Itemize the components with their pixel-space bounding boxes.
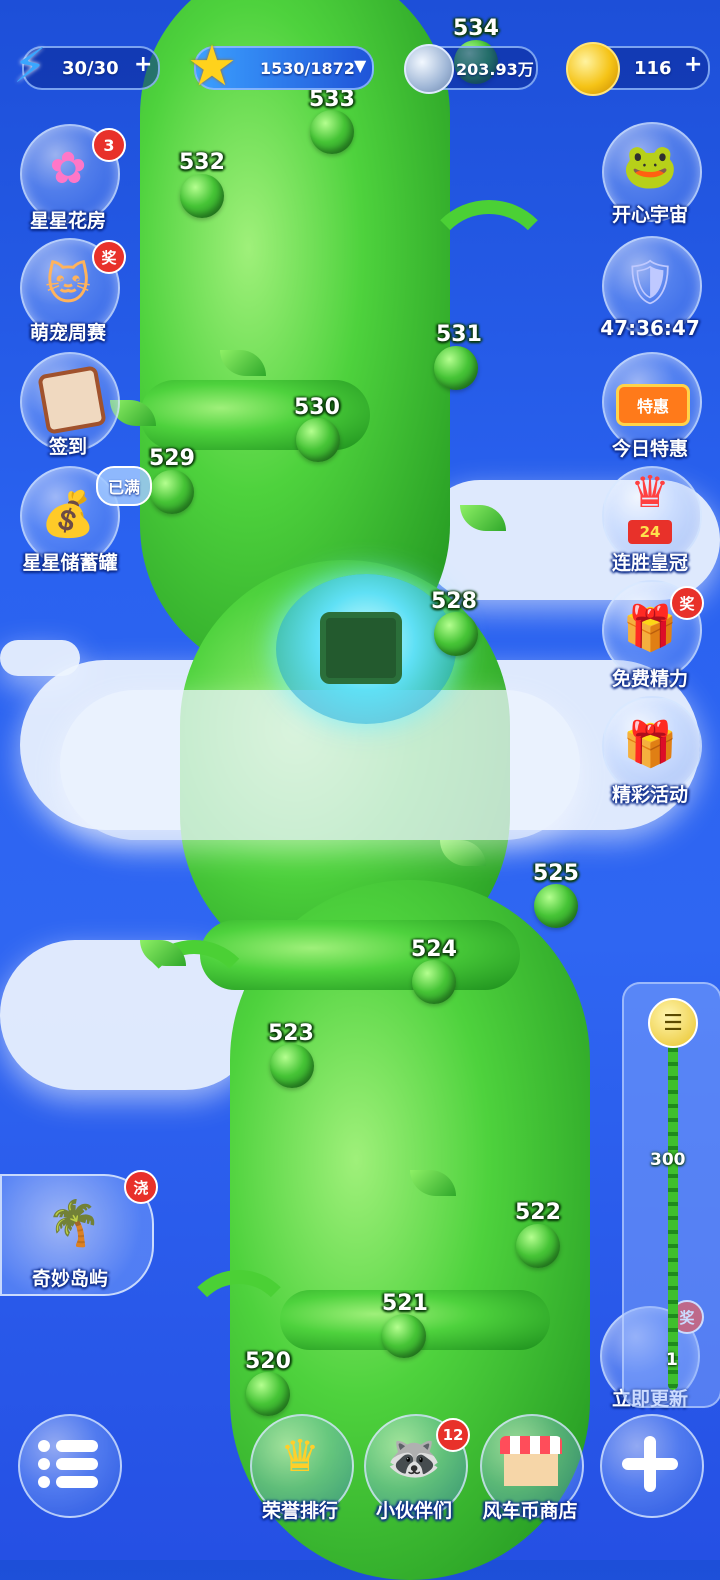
level-node[interactable] (434, 612, 478, 656)
silver-coin-icon (404, 44, 454, 94)
coin-jar-icon: 💰 (40, 489, 96, 540)
shield-icon: 🛡 (622, 257, 678, 308)
treasure-frame-icon (320, 612, 402, 684)
level-label: 523 (268, 1021, 314, 1046)
level-label: 528 (431, 589, 477, 614)
level-node[interactable] (310, 110, 354, 154)
level-label: 525 (533, 861, 579, 886)
reward-badge: 奖 (92, 240, 126, 274)
win-crown-label: 连胜皇冠 (611, 552, 688, 574)
level-label: 533 (309, 87, 355, 112)
gold-value: 116 (634, 57, 672, 79)
crown-number: 24 (628, 520, 672, 544)
calendar-icon (37, 365, 107, 435)
level-node[interactable] (412, 960, 456, 1004)
gifts-icon: 🎁 (622, 719, 678, 770)
level-label: 522 (515, 1200, 561, 1225)
level-label: 534 (453, 16, 499, 41)
tendril (420, 200, 558, 338)
level-node[interactable] (246, 1372, 290, 1416)
level-label: 532 (179, 150, 225, 175)
shop-icon (500, 1436, 562, 1486)
frog-icon: 🐸 (622, 141, 678, 192)
level-label: 530 (294, 395, 340, 420)
piggy-bank-label: 星星储蓄罐 (22, 552, 118, 574)
level-node[interactable] (516, 1224, 560, 1268)
countdown-timer: 47:36:47 (600, 316, 700, 340)
level-label: 531 (436, 322, 482, 347)
menu-icon[interactable]: ☰ (648, 998, 698, 1048)
lightning-icon: ⚡ (13, 38, 47, 94)
shop-label: 风车币商店 (482, 1500, 578, 1522)
level-node[interactable] (150, 470, 194, 514)
free-energy-label: 免费精力 (611, 668, 688, 690)
scroller-bottom-label: 1 (666, 1350, 678, 1370)
notification-badge: 12 (436, 1418, 470, 1452)
water-badge: 浇 (124, 1170, 158, 1204)
level-label: 529 (149, 446, 195, 471)
deal-sign-icon: 特惠 (616, 384, 690, 426)
level-node[interactable] (534, 884, 578, 928)
island-label: 奇妙岛屿 (31, 1268, 108, 1290)
pet-contest-label: 萌宠周赛 (29, 322, 106, 344)
add-gold-button[interactable]: + (684, 52, 702, 77)
crown-icon: ♛ (280, 1430, 320, 1482)
level-node[interactable] (180, 174, 224, 218)
level-node[interactable] (382, 1314, 426, 1358)
level-node[interactable] (434, 346, 478, 390)
stars-dropdown-icon[interactable]: ▼ (354, 56, 366, 75)
notification-badge: 3 (92, 128, 126, 162)
crown-icon: ♛ (630, 466, 670, 518)
reward-badge: 奖 (670, 586, 704, 620)
treasure-bubble[interactable] (276, 574, 456, 724)
happy-universe-label: 开心宇宙 (611, 204, 688, 226)
level-label: 524 (411, 937, 457, 962)
star-icon: ★ (186, 33, 238, 99)
stars-value: 1530/1872 (260, 58, 355, 78)
palm-island-icon: 🌴 (46, 1198, 102, 1249)
level-label: 521 (382, 1291, 428, 1316)
signin-label: 签到 (48, 436, 87, 458)
scroller-top-label: 300 (650, 1150, 686, 1170)
level-node[interactable] (270, 1044, 314, 1088)
gold-coin-icon (566, 42, 620, 96)
silver-value: 203.93万 (456, 60, 534, 79)
events-label: 精彩活动 (611, 784, 688, 806)
scroller-vine (668, 1010, 678, 1390)
today-deal-label: 今日特惠 (611, 438, 688, 460)
list-icon (38, 1440, 98, 1488)
add-energy-button[interactable]: + (134, 52, 152, 77)
energy-value: 30/30 (62, 57, 119, 79)
full-tag: 已满 (96, 466, 152, 506)
flower-house-label: 星星花房 (29, 210, 106, 232)
plus-icon (622, 1436, 678, 1492)
level-node[interactable] (296, 418, 340, 462)
level-label: 520 (245, 1349, 291, 1374)
